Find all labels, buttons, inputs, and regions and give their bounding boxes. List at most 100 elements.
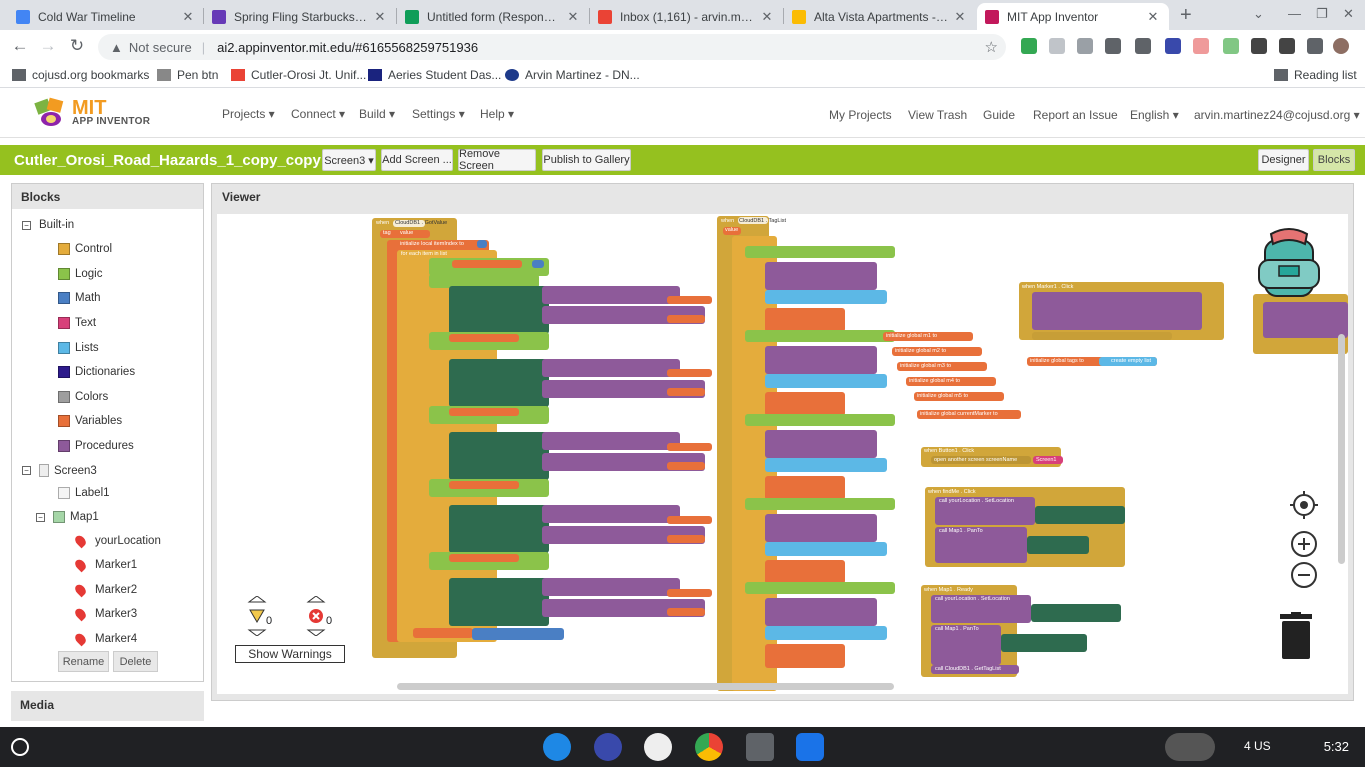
address-bar[interactable]: ▲ Not secure | ai2.appinventor.mit.edu/#… [98, 34, 1006, 60]
link-view-trash[interactable]: View Trash [908, 108, 967, 122]
system-tray[interactable]: 4 US [1244, 739, 1271, 753]
tree-marker1[interactable]: Marker1 [73, 557, 137, 573]
designer-button[interactable]: Designer [1258, 149, 1309, 171]
tree-marker3[interactable]: Marker3 [73, 606, 137, 622]
app-inventor-logo[interactable]: MIT APP INVENTOR [32, 97, 150, 129]
back-icon[interactable]: ← [9, 36, 31, 56]
tree-map1[interactable]: − Map1 [36, 511, 99, 523]
new-tab-button[interactable]: + [1180, 4, 1200, 27]
zoom-out-icon[interactable] [1290, 561, 1318, 589]
tree-label1[interactable]: Label1 [58, 487, 110, 499]
menu-help[interactable]: Help ▾ [480, 107, 514, 121]
close-tab-icon[interactable]: ✕ [952, 9, 968, 25]
drawer-colors[interactable]: Colors [58, 391, 108, 403]
publish-gallery-button[interactable]: Publish to Gallery [542, 149, 631, 171]
rename-button[interactable]: Rename [58, 651, 109, 672]
tray-preview[interactable] [1165, 733, 1215, 761]
tree-screen3[interactable]: − Screen3 [22, 464, 97, 477]
close-tab-icon[interactable]: ✕ [1145, 9, 1161, 25]
tab-inbox[interactable]: Inbox (1,161) - arvin.martine ✕ [590, 3, 783, 30]
tab-untitled-form[interactable]: Untitled form (Responses) - ✕ [397, 3, 589, 30]
extension-icon[interactable] [1223, 38, 1239, 54]
blocks-button[interactable]: Blocks [1313, 149, 1355, 171]
extension-icon[interactable] [1279, 38, 1295, 54]
link-guide[interactable]: Guide [983, 108, 1015, 122]
tree-your-location[interactable]: yourLocation [73, 533, 161, 549]
qr-extension-icon[interactable] [1251, 38, 1267, 54]
zoom-in-icon[interactable] [1290, 530, 1318, 558]
app-icon[interactable] [746, 733, 774, 761]
close-tab-icon[interactable]: ✕ [372, 9, 388, 25]
tree-marker2[interactable]: Marker2 [73, 582, 137, 598]
language-select[interactable]: English ▾ [1130, 108, 1179, 122]
drawer-variables[interactable]: Variables [58, 415, 122, 427]
bookmark-aeries[interactable]: Aeries Student Das... [368, 68, 501, 82]
reading-list[interactable]: Reading list [1274, 68, 1357, 82]
files-icon[interactable] [796, 733, 824, 761]
bookmark-cutler-orosi[interactable]: Cutler-Orosi Jt. Unif... [231, 68, 366, 82]
blocks-workspace[interactable]: when CloudDB1 . GotValue tag value initi… [217, 214, 1348, 694]
extension-icon[interactable] [1077, 38, 1093, 54]
vertical-scrollbar[interactable] [1338, 334, 1345, 564]
warning-nav-arrows-icon[interactable] [247, 596, 267, 636]
app-icon[interactable] [644, 733, 672, 761]
tab-cold-war[interactable]: Cold War Timeline ✕ [8, 3, 204, 30]
extension-icon[interactable] [1049, 38, 1065, 54]
account-menu[interactable]: arvin.martinez24@cojusd.org ▾ [1194, 108, 1360, 122]
tab-mit-app-inventor[interactable]: MIT App Inventor ✕ [977, 3, 1169, 30]
collapse-icon[interactable]: − [22, 466, 31, 475]
extension-icon[interactable] [1193, 38, 1209, 54]
tree-builtin[interactable]: − Built-in [22, 219, 74, 231]
drive-extension-icon[interactable] [1021, 38, 1037, 54]
chrome-icon[interactable] [695, 733, 723, 761]
tree-marker4[interactable]: Marker4 [73, 631, 137, 647]
link-report-issue[interactable]: Report an Issue [1033, 108, 1118, 122]
clock[interactable]: 5:32 [1324, 739, 1349, 754]
close-window-icon[interactable]: ✕ [1343, 6, 1354, 22]
zoom-app-icon[interactable] [543, 733, 571, 761]
reload-icon[interactable]: ↻ [66, 36, 88, 56]
remove-screen-button[interactable]: Remove Screen [458, 148, 536, 172]
tab-search-icon[interactable]: ⌄ [1253, 6, 1264, 22]
bookmark-star-icon[interactable]: ☆ [985, 38, 998, 56]
bookmark-pen-btn[interactable]: Pen btn [157, 68, 218, 82]
error-nav-arrows-icon[interactable] [306, 596, 326, 636]
close-tab-icon[interactable]: ✕ [180, 9, 196, 25]
center-icon[interactable] [1290, 491, 1318, 519]
backpack-icon[interactable] [1249, 226, 1331, 302]
screen-select[interactable]: Screen3 ▾ [322, 149, 376, 171]
puzzle-icon[interactable] [1307, 38, 1323, 54]
drawer-control[interactable]: Control [58, 243, 112, 255]
warning-icon[interactable]: ▲ [110, 40, 123, 55]
show-warnings-button[interactable]: Show Warnings [235, 645, 345, 663]
collapse-icon[interactable]: − [36, 512, 45, 522]
shield-extension-icon[interactable] [1105, 38, 1121, 54]
trash-icon[interactable] [1278, 612, 1314, 662]
menu-build[interactable]: Build ▾ [359, 107, 395, 121]
bookmark-arvin[interactable]: Arvin Martinez - DN... [505, 68, 640, 82]
drawer-math[interactable]: Math [58, 292, 101, 304]
menu-connect[interactable]: Connect ▾ [291, 107, 345, 121]
restore-icon[interactable]: ❐ [1316, 6, 1328, 22]
extension-icon[interactable] [1165, 38, 1181, 54]
close-tab-icon[interactable]: ✕ [759, 9, 775, 25]
minimize-icon[interactable]: — [1288, 6, 1301, 21]
k-app-icon[interactable] [594, 733, 622, 761]
drawer-lists[interactable]: Lists [58, 342, 99, 354]
tab-spring-fling[interactable]: Spring Fling Starbucks - Goo ✕ [204, 3, 396, 30]
collapse-icon[interactable]: − [22, 220, 31, 230]
add-screen-button[interactable]: Add Screen ... [381, 149, 453, 171]
drawer-dictionaries[interactable]: Dictionaries [58, 366, 135, 378]
launcher-icon[interactable] [11, 738, 29, 756]
bookmark-cojusd[interactable]: cojusd.org bookmarks [12, 68, 149, 82]
horizontal-scrollbar[interactable] [397, 683, 894, 690]
drawer-text[interactable]: Text [58, 317, 96, 329]
close-tab-icon[interactable]: ✕ [565, 9, 581, 25]
shield-extension-icon[interactable] [1135, 38, 1151, 54]
delete-button[interactable]: Delete [113, 651, 158, 672]
profile-avatar[interactable] [1333, 38, 1349, 54]
drawer-procedures[interactable]: Procedures [58, 440, 134, 452]
menu-settings[interactable]: Settings ▾ [412, 107, 465, 121]
forward-icon[interactable]: → [37, 36, 59, 56]
tab-alta-vista[interactable]: Alta Vista Apartments - Goo ✕ [784, 3, 976, 30]
